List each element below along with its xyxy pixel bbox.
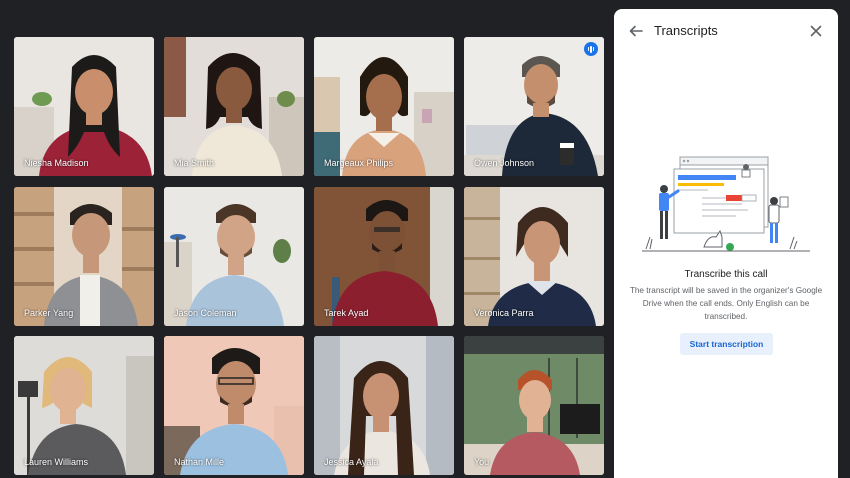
start-transcription-button[interactable]: Start transcription <box>680 333 773 355</box>
participant-name: Mia Smith <box>174 158 215 168</box>
participant-video <box>464 37 604 176</box>
panel-header: Transcripts <box>614 9 838 53</box>
participant-tile[interactable]: Jessica Ayala <box>314 336 454 475</box>
participant-name: Veronica Parra <box>474 308 534 318</box>
close-icon <box>810 25 822 37</box>
back-button[interactable] <box>626 21 646 41</box>
participant-name: Owen Johnson <box>474 158 535 168</box>
participant-video <box>14 336 154 475</box>
participant-name: Nathan Mille <box>174 457 225 467</box>
participant-name: You <box>474 457 490 467</box>
participant-video <box>164 336 304 475</box>
participant-video <box>14 37 154 176</box>
participant-tile[interactable]: Lauren Williams <box>14 336 154 475</box>
participant-tile[interactable]: Nathan Mille <box>164 336 304 475</box>
participant-video <box>464 187 604 326</box>
participant-video <box>314 336 454 475</box>
participant-video <box>164 187 304 326</box>
participant-tile[interactable]: Tarek Ayad <box>314 187 454 326</box>
participant-tile[interactable]: Jason Coleman <box>164 187 304 326</box>
panel-title: Transcripts <box>654 23 718 38</box>
participant-tile[interactable]: Parker Yang <box>14 187 154 326</box>
transcripts-panel: Transcripts Transcribe this call The tra… <box>614 9 838 478</box>
participant-tile-active-speaker[interactable]: Owen Johnson <box>464 37 604 176</box>
participant-name: Niesha Madison <box>24 158 89 168</box>
participant-tile-self[interactable]: You <box>464 336 604 475</box>
participant-video <box>464 336 604 475</box>
participant-video <box>164 37 304 176</box>
participant-video <box>14 187 154 326</box>
participant-name: Lauren Williams <box>24 457 89 467</box>
participant-tile[interactable]: Mia Smith <box>164 37 304 176</box>
participant-video <box>314 187 454 326</box>
empty-state-title: Transcribe this call <box>684 269 768 280</box>
participant-name: Jason Coleman <box>174 308 237 318</box>
participant-name: Tarek Ayad <box>324 308 369 318</box>
participant-name: Parker Yang <box>24 308 74 318</box>
empty-state-description: The transcript will be saved in the orga… <box>629 286 823 321</box>
participant-video <box>314 37 454 176</box>
participant-name: Jessica Ayala <box>324 457 379 467</box>
participant-tile[interactable]: Margeaux Philips <box>314 37 454 176</box>
transcription-illustration <box>642 156 810 252</box>
participant-tile[interactable]: Veronica Parra <box>464 187 604 326</box>
speaking-indicator-icon <box>584 42 598 56</box>
participant-name: Margeaux Philips <box>324 158 394 168</box>
meeting-screen: Niesha Madison Mia Smith Margeaux Philip… <box>0 0 850 478</box>
participant-tile[interactable]: Niesha Madison <box>14 37 154 176</box>
arrow-back-icon <box>629 25 643 37</box>
video-grid: Niesha Madison Mia Smith Margeaux Philip… <box>14 37 605 477</box>
close-button[interactable] <box>806 21 826 41</box>
